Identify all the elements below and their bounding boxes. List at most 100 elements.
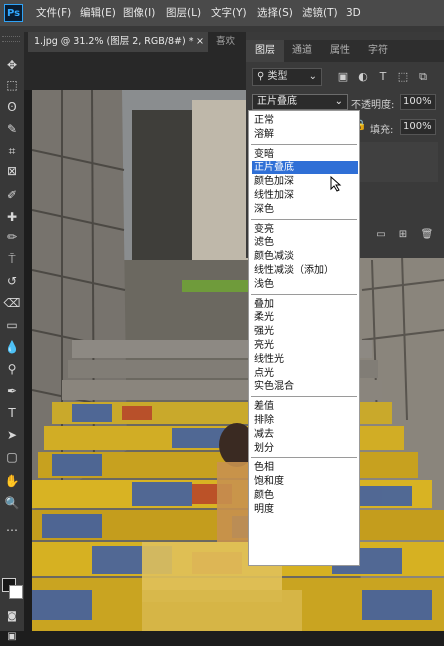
close-tab-icon[interactable]: ×	[196, 32, 204, 52]
filter-adjustment-icon[interactable]: ◐	[356, 70, 370, 84]
path-select-icon[interactable]: ➤	[2, 426, 22, 444]
history-brush-icon[interactable]: ↺	[2, 272, 22, 290]
tab-properties[interactable]: 属性	[320, 40, 360, 62]
new-group-icon[interactable]: ▭	[374, 228, 388, 242]
document-tab-active[interactable]: 1.jpg @ 31.2% (图层 2, RGB/8#) * ×	[28, 32, 208, 52]
healing-brush-icon[interactable]: ✚	[2, 208, 22, 226]
lasso-tool-icon[interactable]: ʘ	[2, 98, 22, 116]
filter-smart-object-icon[interactable]: ⧉	[416, 70, 430, 84]
menu-filter[interactable]: 滤镜(T)	[302, 0, 338, 26]
more-tools-icon[interactable]: …	[2, 518, 22, 536]
blend-mode-option[interactable]: 实色混合	[252, 380, 358, 393]
toolbar-grip[interactable]	[2, 36, 20, 42]
blend-mode-option[interactable]: 柔光	[252, 311, 358, 324]
gradient-tool-icon[interactable]: ▭	[2, 316, 22, 334]
blend-mode-option[interactable]: 划分	[252, 442, 358, 455]
blend-mode-option[interactable]: 排除	[252, 414, 358, 427]
layer-list-area[interactable]	[358, 142, 438, 182]
blend-mode-option[interactable]: 线性加深	[252, 189, 358, 202]
filter-kind-label: 类型	[267, 71, 288, 82]
blend-mode-option[interactable]: 点光	[252, 367, 358, 380]
blend-mode-option[interactable]: 线性减淡（添加）	[252, 264, 358, 277]
document-tabs: 1.jpg @ 31.2% (图层 2, RGB/8#) * × 喜欢	[24, 32, 246, 52]
tools-panel: ✥ ⬚ ʘ ✎ ⌗ ⊠ ✐ ✚ ✏ ⍑ ↺ ⌫ ▭ 💧 ⚲ ✒ T ➤ ▢ ✋ 🔍… ◙ ▣	[0, 32, 24, 642]
blend-mode-option[interactable]: 正常	[252, 114, 358, 127]
blend-mode-select[interactable]: 正片叠底 ⌄	[252, 94, 348, 110]
dropdown-separator	[251, 396, 357, 398]
blend-mode-option[interactable]: 颜色减淡	[252, 250, 358, 263]
filter-kind-select[interactable]: ⚲ 类型 ⌄	[252, 68, 322, 86]
filter-shape-icon[interactable]: ⬚	[396, 70, 410, 84]
blend-mode-option[interactable]: 强光	[252, 325, 358, 338]
move-tool-icon[interactable]: ✥	[2, 56, 22, 74]
blend-mode-option[interactable]: 正片叠底	[252, 161, 358, 175]
delete-layer-icon[interactable]: 🗑	[420, 228, 434, 242]
blend-mode-option[interactable]: 叠加	[252, 298, 358, 311]
opacity-label: 不透明度:	[351, 100, 395, 111]
menu-type[interactable]: 文字(Y)	[211, 0, 247, 26]
fill-input[interactable]: 100%	[400, 119, 436, 135]
blend-mode-option[interactable]: 线性光	[252, 353, 358, 366]
dropdown-separator	[251, 143, 357, 145]
tab-layers[interactable]: 图层	[246, 40, 284, 62]
menu-layer[interactable]: 图层(L)	[166, 0, 201, 26]
blend-mode-option[interactable]: 变亮	[252, 223, 358, 236]
brush-tool-icon[interactable]: ✏	[2, 228, 22, 246]
canvas-background	[24, 52, 246, 90]
hand-tool-icon[interactable]: ✋	[2, 472, 22, 490]
blend-mode-option[interactable]: 明度	[252, 503, 358, 516]
menu-bar: Ps 文件(F) 编辑(E) 图像(I) 图层(L) 文字(Y) 选择(S) 滤…	[0, 0, 444, 26]
blend-mode-option[interactable]: 溶解	[252, 128, 358, 141]
blend-mode-option[interactable]: 亮光	[252, 339, 358, 352]
filter-type-icon[interactable]: T	[376, 70, 390, 84]
menu-3d[interactable]: 3D	[346, 0, 361, 26]
blend-mode-option[interactable]: 颜色	[252, 489, 358, 502]
tab-character[interactable]: 字符	[360, 40, 396, 62]
blend-mode-option[interactable]: 差值	[252, 400, 358, 413]
blend-mode-option[interactable]: 深色	[252, 203, 358, 216]
blend-mode-option[interactable]: 变暗	[252, 148, 358, 161]
opacity-input[interactable]: 100%	[400, 94, 436, 110]
pen-tool-icon[interactable]: ✒	[2, 382, 22, 400]
eraser-tool-icon[interactable]: ⌫	[2, 294, 22, 312]
marquee-tool-icon[interactable]: ⬚	[2, 76, 22, 94]
document-tab-title: 1.jpg @ 31.2% (图层 2, RGB/8#) *	[34, 36, 194, 47]
menu-select[interactable]: 选择(S)	[257, 0, 293, 26]
dodge-tool-icon[interactable]: ⚲	[2, 360, 22, 378]
blend-mode-option[interactable]: 滤色	[252, 236, 358, 249]
blend-mode-option[interactable]: 色相	[252, 461, 358, 474]
fill-value: 100%	[403, 121, 432, 132]
background-color-swatch[interactable]	[9, 585, 23, 599]
menu-edit[interactable]: 编辑(E)	[80, 0, 116, 26]
blend-mode-option[interactable]: 饱和度	[252, 475, 358, 488]
chevron-down-icon: ⌄	[334, 96, 343, 107]
mouse-cursor-icon	[330, 176, 342, 192]
shape-tool-icon[interactable]: ▢	[2, 448, 22, 466]
type-tool-icon[interactable]: T	[2, 404, 22, 422]
opacity-value: 100%	[403, 96, 432, 107]
frame-tool-icon[interactable]: ⊠	[2, 162, 22, 180]
document-tab-inactive[interactable]: 喜欢	[212, 32, 246, 52]
new-layer-icon[interactable]: ⊞	[396, 228, 410, 242]
dropdown-separator	[251, 218, 357, 220]
tab-channels[interactable]: 通道	[284, 40, 320, 62]
photoshop-logo[interactable]: Ps	[4, 4, 23, 22]
quick-select-tool-icon[interactable]: ✎	[2, 120, 22, 138]
blend-mode-dropdown: 正常 溶解变暗 正片叠底 颜色加深 线性加深 深色变亮 滤色 颜色减淡 线性减淡（添加） 浅色叠加…	[248, 110, 360, 566]
blur-tool-icon[interactable]: 💧	[2, 338, 22, 356]
panel-tabs: 图层 通道 属性 字符	[246, 40, 444, 62]
menu-file[interactable]: 文件(F)	[36, 0, 71, 26]
blend-mode-option[interactable]: 减去	[252, 428, 358, 441]
stamp-tool-icon[interactable]: ⍑	[2, 250, 22, 268]
eyedropper-tool-icon[interactable]: ✐	[2, 186, 22, 204]
quick-mask-icon[interactable]: ◙	[2, 608, 22, 626]
zoom-tool-icon[interactable]: 🔍	[2, 494, 22, 512]
search-icon: ⚲	[257, 71, 265, 82]
blend-mode-option[interactable]: 浅色	[252, 278, 358, 291]
dropdown-separator	[251, 293, 357, 295]
blend-mode-option[interactable]: 颜色加深	[252, 175, 358, 188]
crop-tool-icon[interactable]: ⌗	[2, 142, 22, 160]
filter-pixel-icon[interactable]: ▣	[336, 70, 350, 84]
menu-image[interactable]: 图像(I)	[123, 0, 155, 26]
layer-filter-row: ⚲ 类型 ⌄ ▣ ◐ T ⬚ ⧉	[252, 68, 440, 88]
